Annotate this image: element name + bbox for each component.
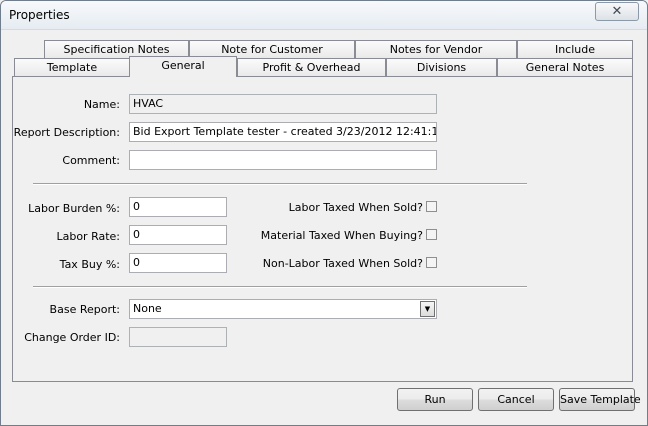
base-report-select[interactable]: None ▼ (129, 299, 437, 319)
tab-general-notes[interactable]: General Notes (497, 58, 633, 77)
tab-profit-overhead[interactable]: Profit & Overhead (237, 58, 386, 77)
tab-label: Include (554, 43, 596, 56)
comment-label: Comment: (62, 154, 120, 167)
tab-label: Template (46, 61, 98, 74)
tax-buy-field[interactable]: 0 (129, 253, 227, 273)
tab-label: Specification Notes (63, 43, 170, 56)
cancel-button[interactable]: Cancel (478, 388, 554, 411)
labor-taxed-checkbox[interactable] (426, 201, 437, 212)
report-description-label: Report Description: (13, 126, 120, 139)
separator (33, 286, 527, 288)
tab-label: General Notes (525, 61, 605, 74)
save-template-button[interactable]: Save Template (559, 388, 641, 411)
chevron-down-icon[interactable]: ▼ (420, 301, 435, 317)
base-report-label: Base Report: (49, 303, 120, 316)
tab-label: Notes for Vendor (389, 43, 483, 56)
comment-field[interactable] (129, 150, 437, 170)
name-field[interactable]: HVAC (129, 94, 437, 114)
base-report-value: None (133, 302, 162, 315)
change-order-field[interactable] (129, 327, 227, 347)
labor-rate-field[interactable]: 0 (129, 225, 227, 245)
labor-rate-label: Labor Rate: (56, 230, 120, 243)
close-icon: ✕ (611, 4, 623, 19)
tab-notes-for-vendor[interactable]: Notes for Vendor (355, 40, 517, 59)
window-title: Properties (9, 8, 70, 22)
nonlabor-taxed-label: Non-Labor Taxed When Sold? (262, 257, 423, 270)
tab-label: Profit & Overhead (262, 61, 361, 74)
nonlabor-taxed-checkbox[interactable] (426, 257, 437, 268)
properties-dialog: Properties ✕ Specification Notes Note fo… (0, 0, 648, 426)
name-label: Name: (83, 98, 120, 111)
labor-burden-label: Labor Burden %: (28, 202, 120, 215)
tab-general[interactable]: General (129, 56, 237, 77)
material-taxed-checkbox[interactable] (426, 229, 437, 240)
close-button[interactable]: ✕ (595, 2, 639, 21)
tax-buy-label: Tax Buy %: (59, 258, 120, 271)
report-description-field[interactable]: Bid Export Template tester - created 3/2… (129, 122, 437, 142)
tab-label: Note for Customer (221, 43, 323, 56)
run-button[interactable]: Run (397, 388, 473, 411)
tab-label: Divisions (416, 61, 467, 74)
labor-taxed-label: Labor Taxed When Sold? (288, 201, 423, 214)
separator (33, 183, 527, 185)
tab-label: General (161, 59, 205, 72)
title-bar: Properties ✕ (1, 1, 647, 30)
tab-divisions[interactable]: Divisions (386, 58, 497, 77)
labor-burden-field[interactable]: 0 (129, 197, 227, 217)
change-order-label: Change Order ID: (24, 331, 120, 344)
tab-template[interactable]: Template (14, 58, 130, 77)
tab-include[interactable]: Include (517, 40, 633, 59)
material-taxed-label: Material Taxed When Buying? (260, 229, 423, 242)
